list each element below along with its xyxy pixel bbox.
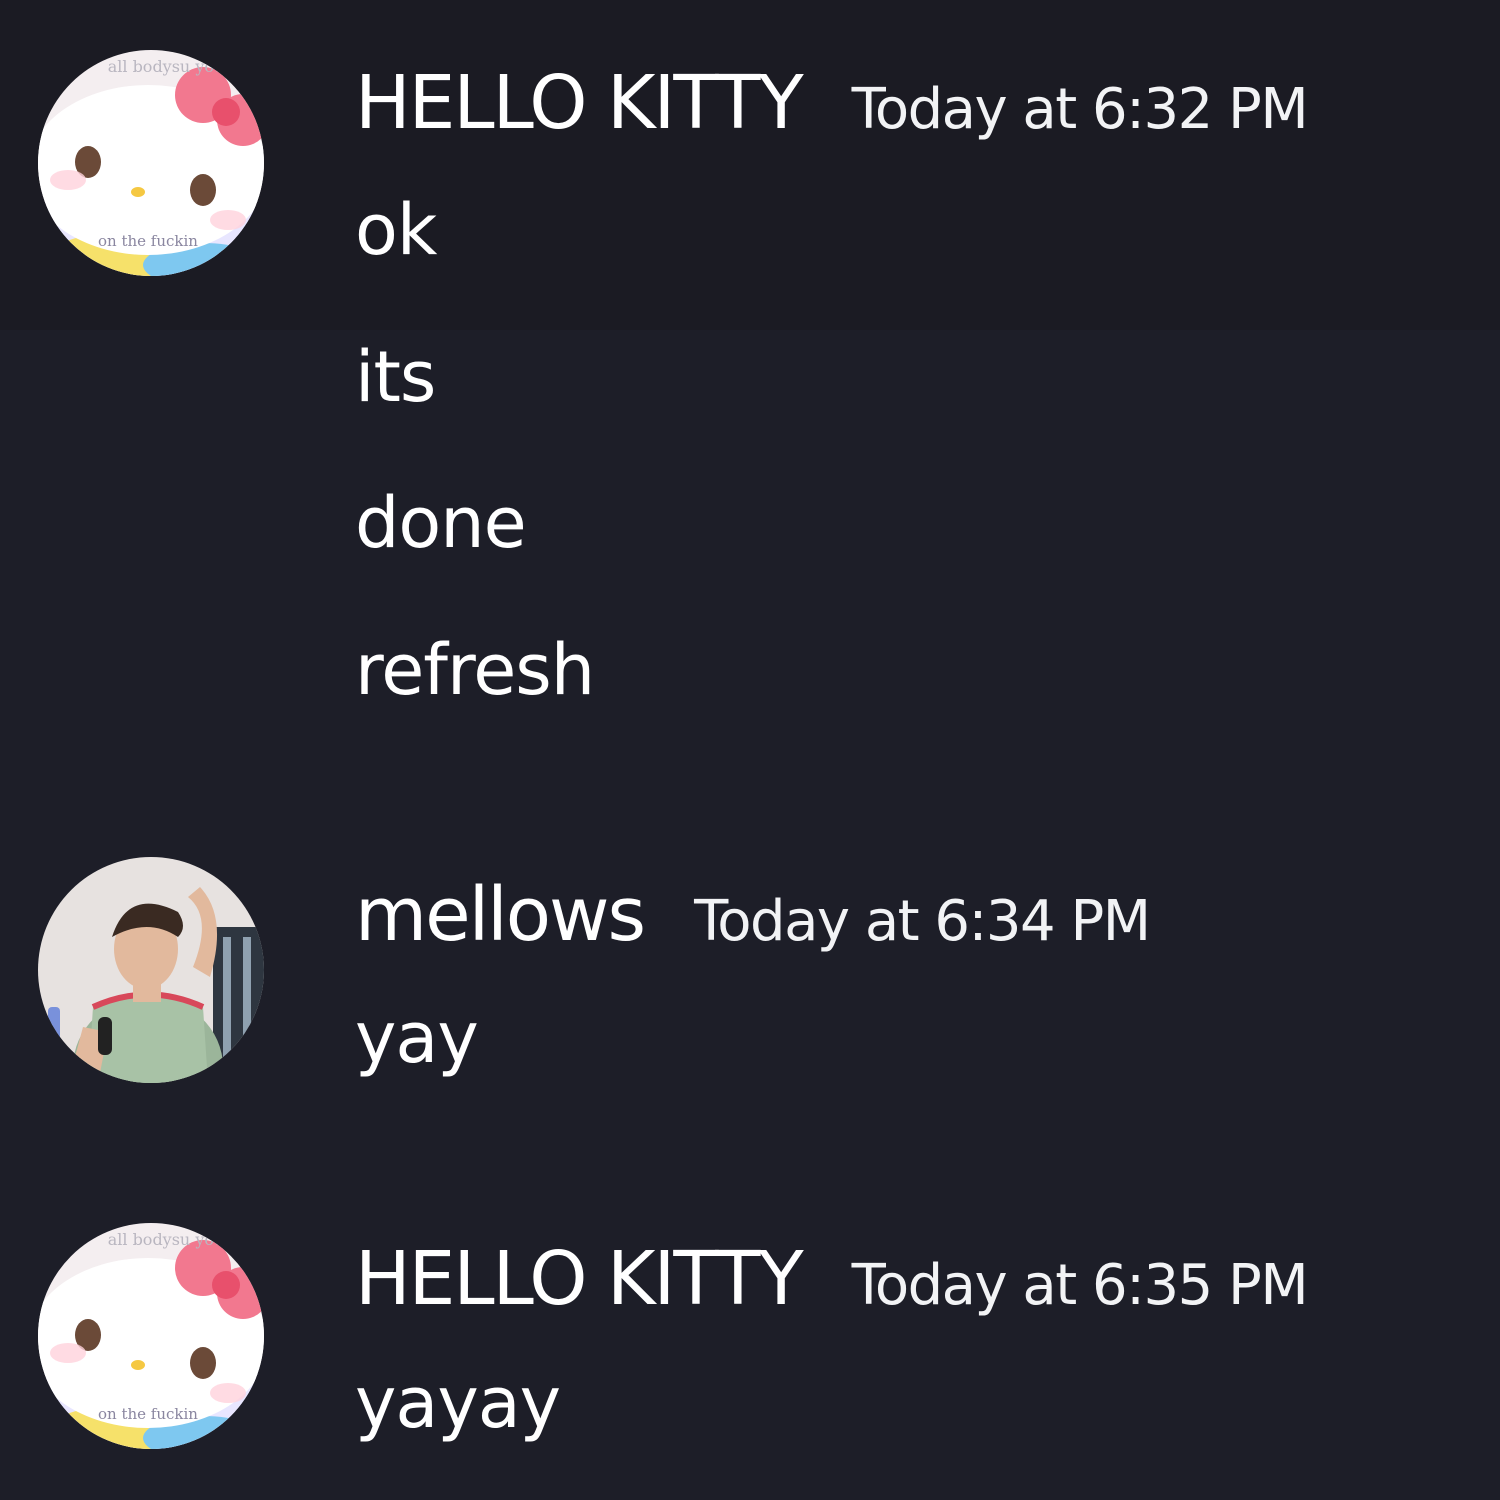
- avatar-caption-bottom: on the fuckin: [98, 232, 198, 250]
- username[interactable]: mellows: [355, 878, 646, 952]
- message-text: refresh: [355, 629, 595, 711]
- hello-kitty-avatar-icon[interactable]: all bodysu you on the fuckin: [38, 50, 264, 276]
- timestamp[interactable]: Today at 6:35 PM: [852, 1258, 1309, 1314]
- message-header: HELLO KITTY Today at 6:32 PM: [355, 66, 1309, 140]
- message-text: yayay: [355, 1362, 561, 1444]
- message-text: its: [355, 336, 436, 418]
- message-text: done: [355, 482, 527, 564]
- timestamp[interactable]: Today at 6:34 PM: [694, 894, 1151, 950]
- message-text: yay: [355, 997, 479, 1079]
- hello-kitty-avatar-icon[interactable]: all bodysu you on the fuckin: [38, 1223, 264, 1449]
- avatar-caption-bottom: on the fuckin: [98, 1405, 198, 1423]
- username[interactable]: HELLO KITTY: [355, 66, 804, 140]
- message-text: ok: [355, 189, 437, 271]
- person-photo-avatar-icon[interactable]: [38, 857, 264, 1083]
- timestamp[interactable]: Today at 6:32 PM: [852, 82, 1309, 138]
- message-header: mellows Today at 6:34 PM: [355, 878, 1151, 952]
- chat-view: all bodysu you on the fuckin HELLO KITTY…: [0, 0, 1500, 1500]
- username[interactable]: HELLO KITTY: [355, 1242, 804, 1316]
- message-header: HELLO KITTY Today at 6:35 PM: [355, 1242, 1309, 1316]
- avatar-caption-top: all bodysu you: [108, 1230, 225, 1249]
